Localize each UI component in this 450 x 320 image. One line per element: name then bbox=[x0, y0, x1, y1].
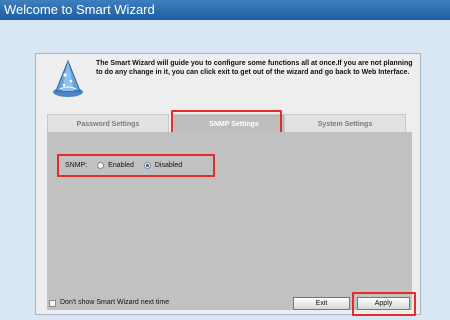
intro-text: The Smart Wizard will guide you to confi… bbox=[96, 60, 413, 76]
snmp-enabled-label[interactable]: Enabled bbox=[108, 162, 134, 169]
tab-system-settings[interactable]: System Settings bbox=[284, 114, 406, 133]
window-title: Welcome to Smart Wizard bbox=[0, 0, 450, 20]
tab-password-settings[interactable]: Password Settings bbox=[47, 114, 169, 133]
wizard-hat-icon bbox=[51, 59, 85, 99]
snmp-disabled-label[interactable]: Disabled bbox=[155, 162, 182, 169]
snmp-enabled-radio[interactable] bbox=[97, 162, 105, 169]
dont-show-label[interactable]: Don't show Smart Wizard next time bbox=[60, 299, 169, 306]
snmp-label: SNMP: bbox=[65, 162, 88, 169]
tab-content: SNMP: Enabled Disabled bbox=[47, 132, 412, 310]
snmp-disabled-radio[interactable] bbox=[143, 162, 151, 169]
window-body: The Smart Wizard will guide you to confi… bbox=[0, 20, 450, 320]
dont-show-checkbox[interactable] bbox=[49, 300, 56, 307]
snmp-setting-group: SNMP: Enabled Disabled bbox=[57, 154, 215, 177]
highlight-apply-button bbox=[352, 292, 416, 316]
exit-button[interactable]: Exit bbox=[293, 297, 350, 310]
wizard-panel: The Smart Wizard will guide you to confi… bbox=[35, 53, 421, 316]
